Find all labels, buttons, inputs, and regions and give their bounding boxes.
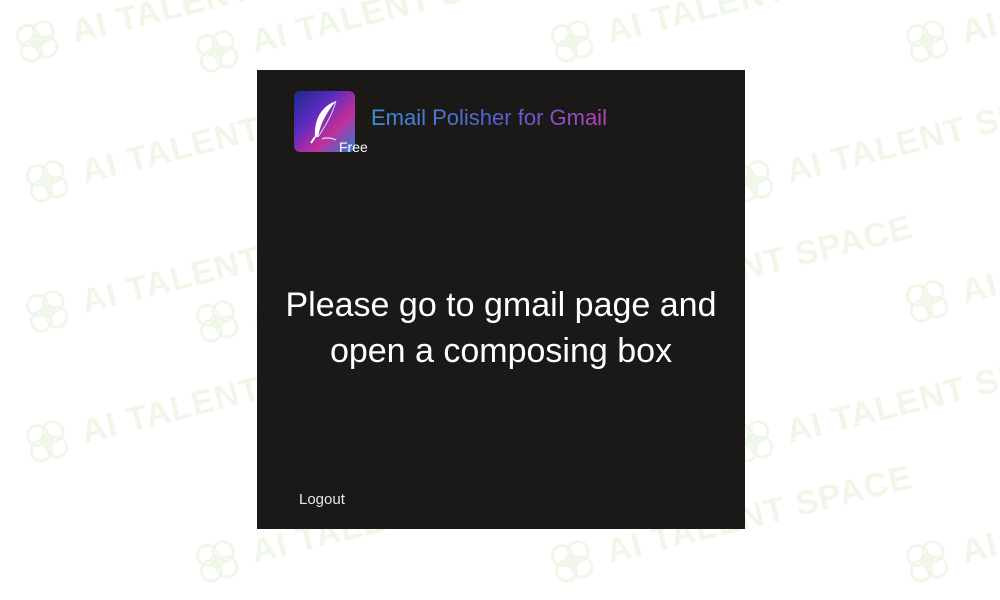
watermark-text: AI TALENT SPACE [602, 0, 916, 51]
instruction-line-2: open a composing box [329, 332, 673, 370]
instruction-message: Please go to gmail page and open a compo… [257, 282, 745, 374]
instruction-line-1: Please go to gmail page and [285, 286, 717, 324]
watermark-text: AI TALENT SPACE [67, 0, 381, 51]
watermark-text: AI TALENT SPACE [782, 337, 1000, 451]
watermark-text: AI TALENT SPACE [782, 77, 1000, 191]
watermark-tile: AI TALENT SPACE [893, 189, 1000, 335]
app-title: Email Polisher for Gmail [371, 105, 607, 130]
extension-popup: Free Email Polisher for Gmail Please go … [257, 70, 745, 529]
watermark-tile: AI TALENT SPACE [3, 0, 383, 75]
watermark-tile: AI TALENT SPACE [718, 329, 1000, 475]
logout-link[interactable]: Logout [299, 491, 345, 508]
watermark-tile: AI TALENT SPACE [718, 69, 1000, 215]
watermark-tile: AI TALENT SPACE [893, 0, 1000, 75]
watermark-text: AI TALENT SPACE [247, 0, 562, 61]
watermark-tile: AI TALENT SPACE [893, 449, 1000, 595]
watermark-text: AI TALENT SPACE [957, 198, 1000, 311]
popup-header: Free Email Polisher for Gmail [294, 91, 607, 155]
watermark-text: AI TALENT SPACE [957, 458, 1000, 571]
watermark-text: AI TALENT SPACE [957, 0, 1000, 51]
watermark-tile: AI TALENT SPACE [538, 0, 918, 75]
free-badge: Free [339, 139, 368, 155]
